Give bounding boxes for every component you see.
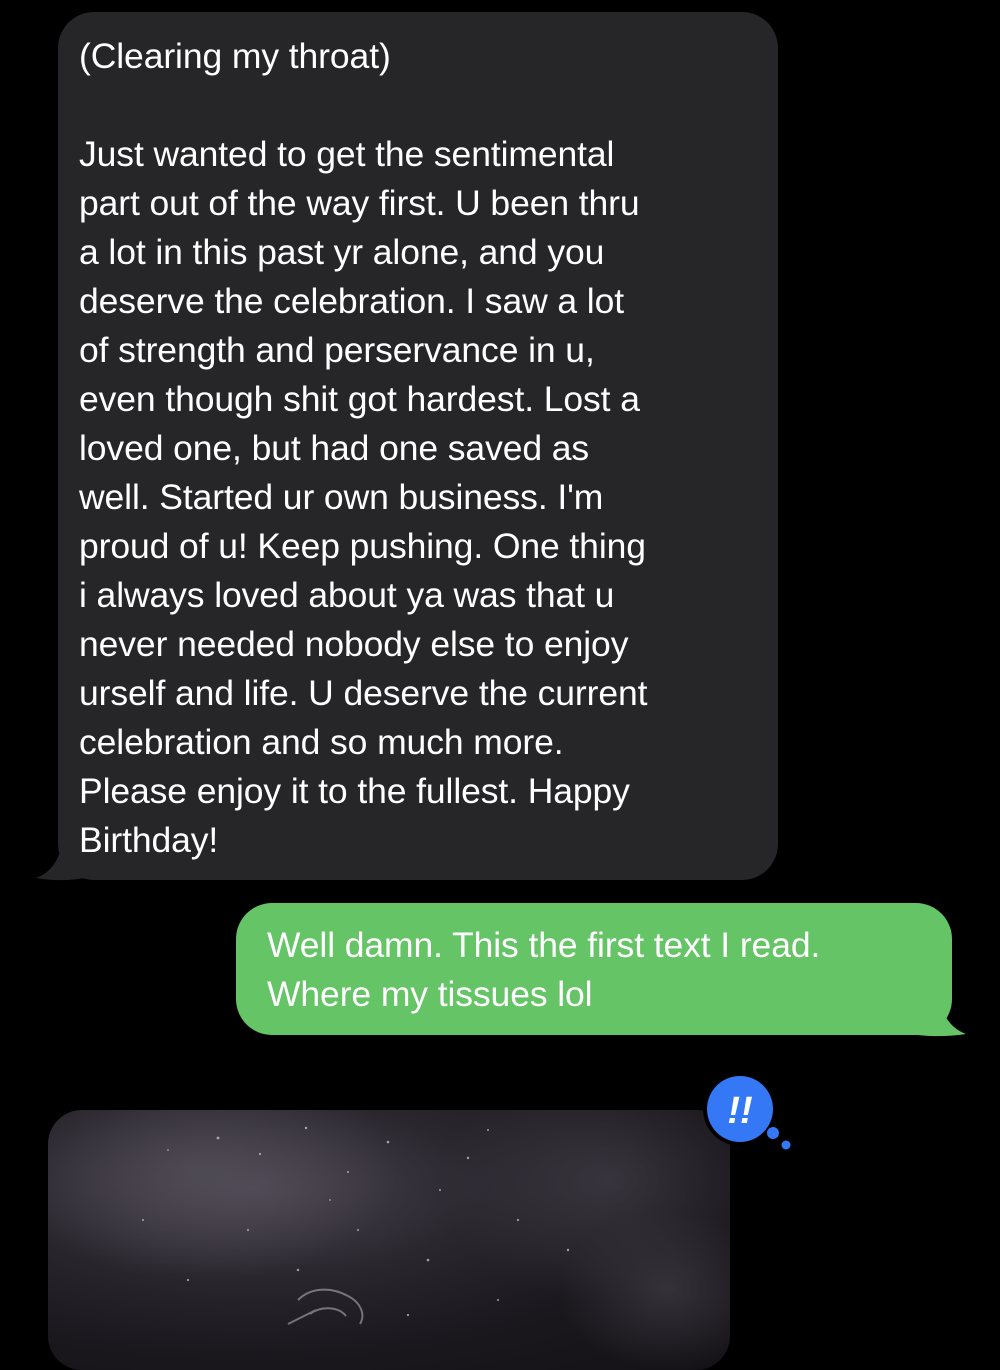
double-exclamation-icon: !! [727, 1090, 752, 1132]
incoming-message-text: (Clearing my throat) Just wanted to get … [79, 36, 648, 860]
photo-content [48, 1110, 730, 1370]
outgoing-message-text: Well damn. This the first text I read. W… [267, 925, 821, 1014]
image-message[interactable] [48, 1110, 730, 1370]
tapback-reaction[interactable]: !! [700, 1071, 800, 1153]
